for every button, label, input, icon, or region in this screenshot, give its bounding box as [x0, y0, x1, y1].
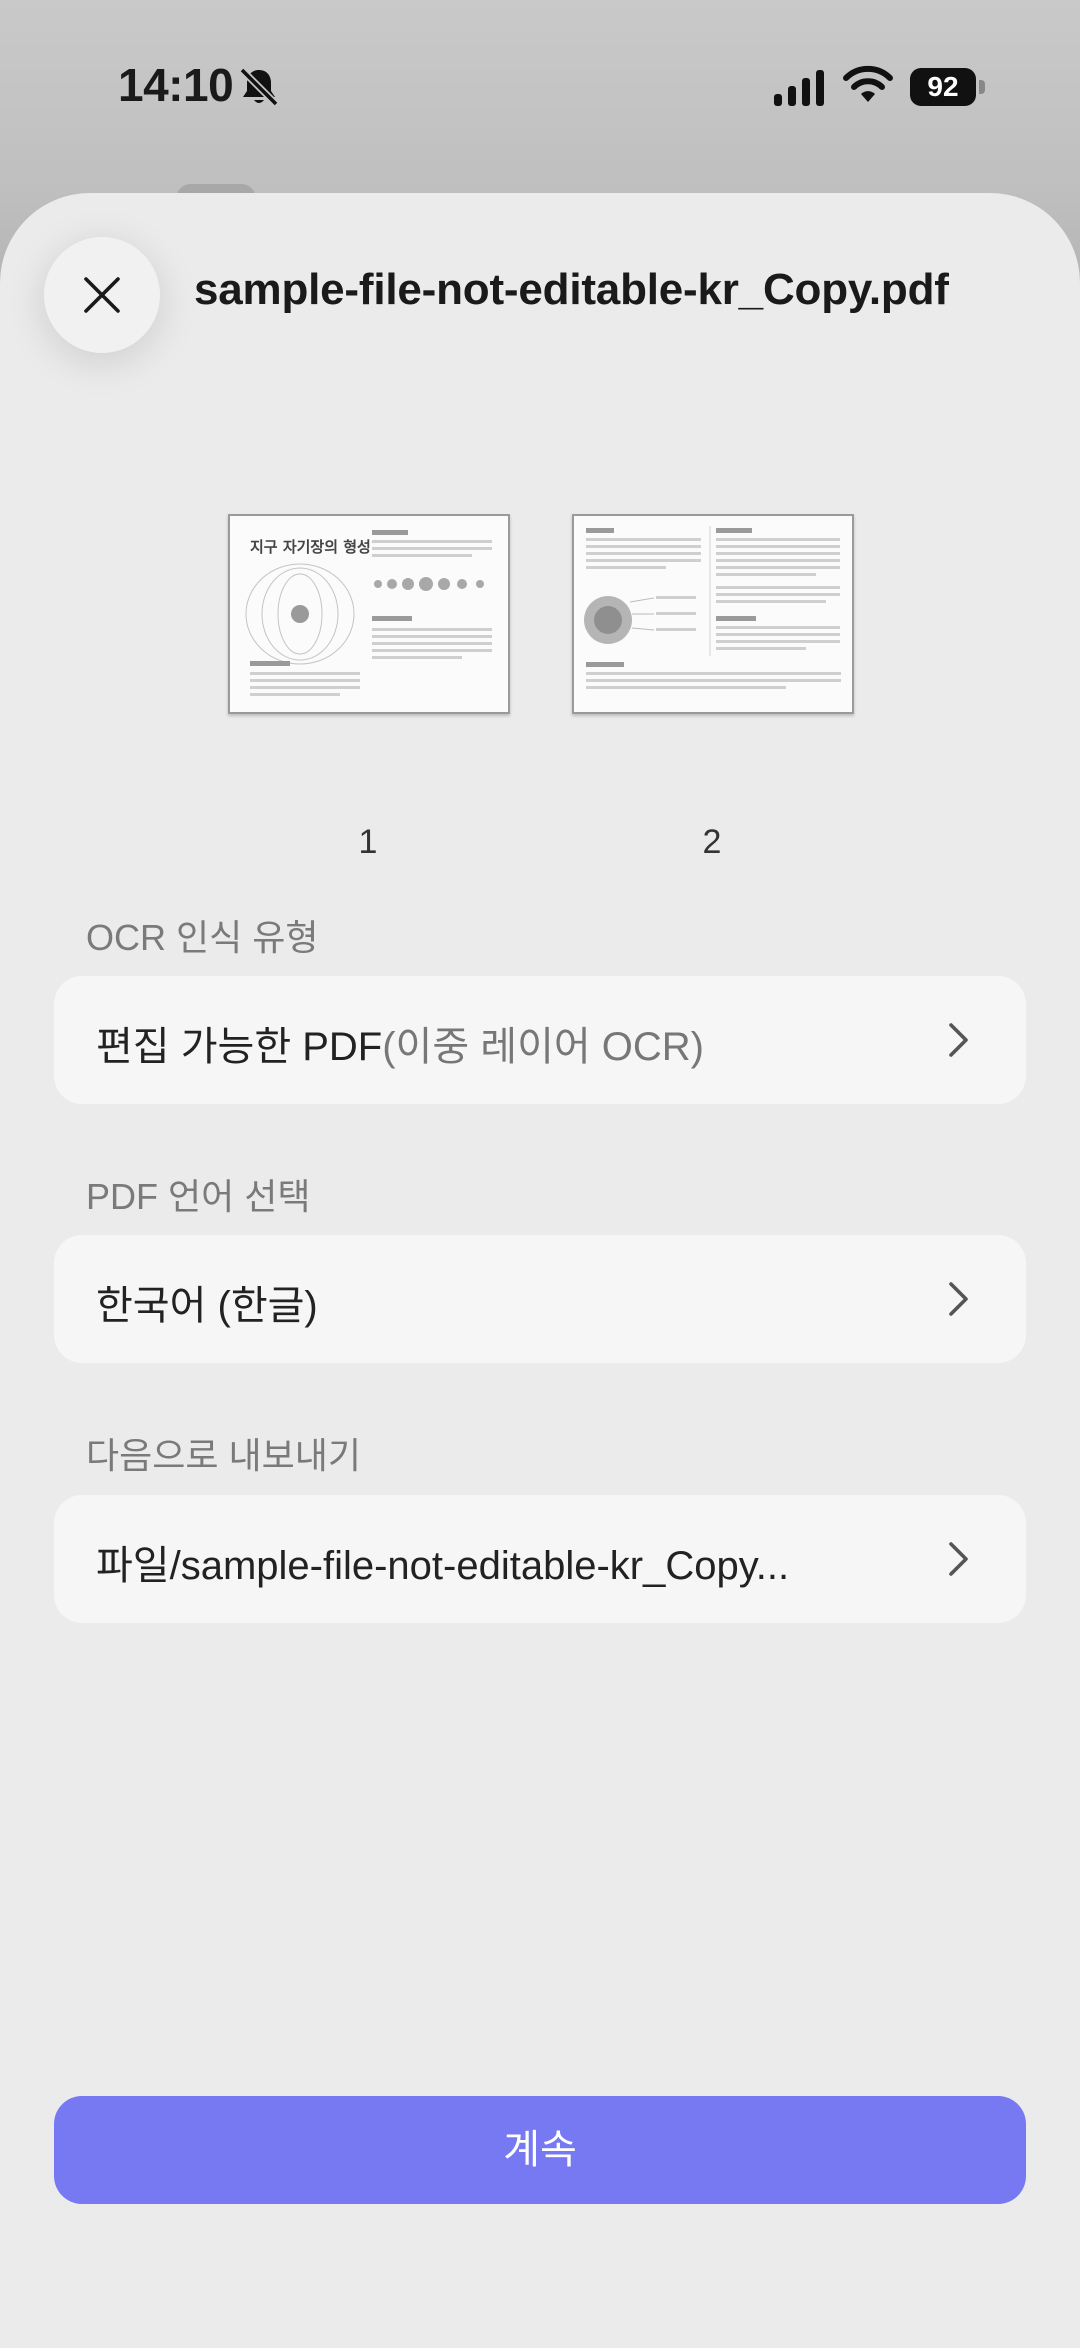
chevron-right-icon — [949, 1282, 968, 1316]
page-thumbnail-2[interactable] — [572, 514, 854, 714]
status-bar: 14:10 92 — [0, 0, 1080, 180]
wifi-icon — [843, 65, 893, 102]
file-name-title: sample-file-not-editable-kr_Copy.pdf — [194, 265, 949, 314]
pdf-language-label: PDF 언어 선택 — [86, 1176, 311, 1217]
status-time: 14:10 — [118, 59, 234, 111]
ocr-type-sub: (이중 레이어 OCR) — [382, 1025, 704, 1069]
continue-button[interactable]: 계속 — [54, 2096, 1026, 2204]
bell-slash-icon — [239, 67, 279, 107]
battery-level: 92 — [910, 68, 976, 106]
page-number: 1 — [358, 823, 378, 861]
ocr-type-main: 편집 가능한 PDF — [96, 1025, 383, 1069]
ocr-settings-sheet: sample-file-not-editable-kr_Copy.pdf 지구 … — [0, 193, 1080, 2348]
ocr-type-selector[interactable]: 편집 가능한 PDF(이중 레이어 OCR) — [54, 976, 1026, 1104]
export-location-selector[interactable]: 파일/sample-file-not-editable-kr_Copy... — [54, 1495, 1026, 1623]
page-number: 2 — [702, 823, 722, 861]
chevron-right-icon — [949, 1542, 968, 1576]
pdf-language-selector[interactable]: 한국어 (한글) — [54, 1235, 1026, 1363]
close-button[interactable] — [44, 237, 160, 353]
page-1-heading: 지구 자기장의 형성 — [250, 538, 371, 556]
export-location-value: 파일/sample-file-not-editable-kr_Copy... — [96, 1544, 790, 1588]
page-thumbnail-1[interactable]: 지구 자기장의 형성 — [228, 514, 510, 714]
ocr-type-value: 편집 가능한 PDF(이중 레이어 OCR) — [96, 1014, 704, 1072]
ocr-type-label: OCR 인식 유형 — [86, 917, 319, 958]
export-to-label: 다음으로 내보내기 — [86, 1435, 361, 1476]
battery-icon: 92 — [910, 68, 990, 108]
pdf-language-value: 한국어 (한글) — [96, 1284, 318, 1328]
cellular-signal-icon — [774, 70, 824, 106]
close-icon — [84, 277, 120, 313]
chevron-right-icon — [949, 1023, 968, 1057]
